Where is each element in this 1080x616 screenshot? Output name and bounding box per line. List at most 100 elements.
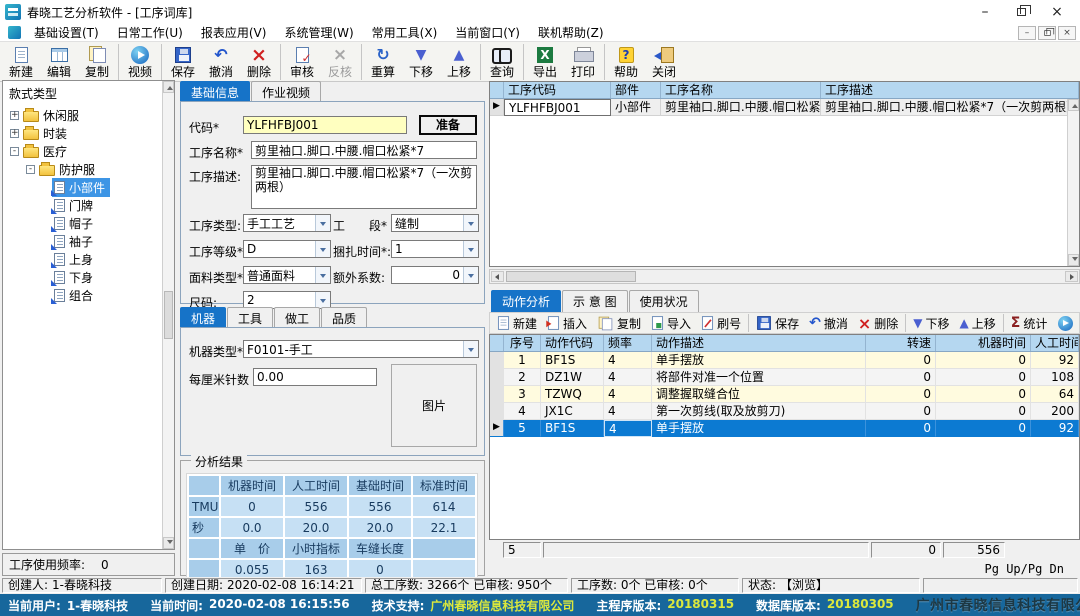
scroll-left-icon[interactable] <box>491 271 504 282</box>
action-row[interactable]: 1 BF1S 4 单手摆放 0 0 92 <box>490 352 1079 369</box>
selector-cell <box>490 352 504 369</box>
extra-factor-label: 额外系数: <box>333 269 385 286</box>
print-button[interactable]: 打印 <box>564 43 602 80</box>
play-icon[interactable] <box>1058 316 1073 331</box>
action-save-button[interactable]: 保存 <box>751 313 804 333</box>
tree-node-upper-body[interactable]: 上身 <box>3 250 174 268</box>
chevron-down-icon[interactable] <box>315 241 330 257</box>
recalc-button[interactable]: ↻重算 <box>364 43 402 80</box>
tree-node-lower-body[interactable]: 下身 <box>3 268 174 286</box>
action-row-selected[interactable]: ▶ 5 BF1S 4 单手摆放 0 0 92 <box>490 420 1079 437</box>
chevron-down-icon[interactable] <box>315 215 330 231</box>
code-input[interactable] <box>243 116 407 134</box>
fabric-type-select[interactable]: 普通面料 <box>243 266 331 284</box>
action-new-button[interactable]: 新建 <box>492 313 542 333</box>
action-insert-button[interactable]: 插入 <box>542 313 592 333</box>
video-button[interactable]: 视频 <box>121 43 159 80</box>
collapse-icon[interactable]: - <box>26 165 35 174</box>
audit-button[interactable]: 审核 <box>283 43 321 80</box>
action-row[interactable]: 2 DZ1W 4 将部件对准一个位置 0 0 108 <box>490 369 1079 386</box>
grade-select[interactable]: D <box>243 240 331 258</box>
toolbar-separator <box>161 44 162 80</box>
menu-tools[interactable]: 常用工具(X) <box>363 23 447 42</box>
action-statistics-button[interactable]: Σ统计 <box>1006 313 1053 333</box>
export-button[interactable]: X导出 <box>526 43 564 80</box>
search-button[interactable]: 查询 <box>483 43 521 80</box>
undo-button[interactable]: ↶撤消 <box>202 43 240 80</box>
menu-system[interactable]: 系统管理(W) <box>275 23 362 42</box>
chevron-down-icon[interactable] <box>463 341 478 357</box>
expand-icon[interactable]: + <box>10 129 19 138</box>
tree-node-combination[interactable]: 组合 <box>3 286 174 304</box>
collapse-icon[interactable]: - <box>10 147 19 156</box>
process-table-hscrollbar[interactable] <box>489 269 1080 284</box>
tree-node-medical[interactable]: -医疗 <box>3 142 174 160</box>
bundle-time-select[interactable]: 1 <box>391 240 479 258</box>
tree-node-casual[interactable]: +休闲服 <box>3 106 174 124</box>
save-button[interactable]: 保存 <box>164 43 202 80</box>
chevron-down-icon[interactable] <box>463 241 478 257</box>
chevron-down-icon[interactable] <box>315 267 330 283</box>
exit-button[interactable]: 关闭 <box>645 43 683 80</box>
scroll-down-icon[interactable] <box>163 537 174 549</box>
ready-button[interactable]: 准备 <box>419 115 477 135</box>
tab-usage-status[interactable]: 使用状况 <box>629 290 699 313</box>
help-button[interactable]: ?帮助 <box>607 43 645 80</box>
edit-button[interactable]: 编辑 <box>40 43 78 80</box>
stitch-density-input[interactable] <box>253 368 377 386</box>
action-renumber-button[interactable]: 刷号 <box>696 313 746 333</box>
process-name-input[interactable] <box>251 141 477 159</box>
action-move-up-button[interactable]: ▲上移 <box>955 313 1001 333</box>
move-up-button[interactable]: ▲上移 <box>440 43 478 80</box>
chevron-down-icon[interactable] <box>315 292 330 308</box>
process-table-row[interactable]: ▶ YLFHFBJ001 小部件 剪里袖口.脚口.中腰.帽口松紧*7 剪里袖口.… <box>490 99 1079 116</box>
restore-button[interactable] <box>1003 1 1039 23</box>
process-desc-input[interactable]: 剪里袖口.脚口.中腰.帽口松紧*7（一次剪两根） <box>251 165 477 209</box>
extra-factor-select[interactable]: 0 <box>391 266 479 284</box>
scroll-down-icon[interactable] <box>1068 254 1079 266</box>
action-undo-button[interactable]: ↶撤消 <box>804 313 853 333</box>
tab-action-analysis[interactable]: 动作分析 <box>491 290 561 313</box>
delete-button[interactable]: ×删除 <box>240 43 278 80</box>
action-delete-button[interactable]: ×删除 <box>853 313 903 333</box>
scroll-right-icon[interactable] <box>1065 271 1078 282</box>
segment-select[interactable]: 缝制 <box>391 214 479 232</box>
scroll-thumb[interactable] <box>506 271 636 282</box>
process-table-scrollbar[interactable] <box>1067 99 1079 266</box>
tree-node-sleeve[interactable]: 袖子 <box>3 232 174 250</box>
scroll-up-icon[interactable] <box>163 81 174 93</box>
save-icon <box>757 316 771 330</box>
tree-node-small-parts[interactable]: 小部件 <box>3 178 174 196</box>
action-copy-button[interactable]: 复制 <box>592 313 646 333</box>
mdi-close-button[interactable]: × <box>1058 26 1076 40</box>
menu-reports[interactable]: 报表应用(V) <box>192 23 276 42</box>
close-button[interactable]: × <box>1039 1 1075 23</box>
mdi-restore-button[interactable] <box>1038 26 1056 40</box>
scroll-thumb[interactable] <box>164 291 173 339</box>
machine-type-select[interactable]: F0101-手工 <box>243 340 479 358</box>
mdi-minimize-button[interactable]: – <box>1018 26 1036 40</box>
copy-button[interactable]: 复制 <box>78 43 116 80</box>
scroll-up-icon[interactable] <box>1068 99 1079 111</box>
tree-node-fashion[interactable]: +时装 <box>3 124 174 142</box>
chevron-down-icon[interactable] <box>463 215 478 231</box>
action-row[interactable]: 3 TZWQ 4 调整握取缝合位 0 0 64 <box>490 386 1079 403</box>
new-button[interactable]: 新建 <box>2 43 40 80</box>
move-down-button[interactable]: ▼下移 <box>402 43 440 80</box>
action-import-button[interactable]: 导入 <box>646 313 696 333</box>
chevron-down-icon[interactable] <box>463 267 478 283</box>
tree-scrollbar[interactable] <box>162 81 174 549</box>
action-row[interactable]: 4 JX1C 4 第一次剪线(取及放剪刀) 0 0 200 <box>490 403 1079 420</box>
action-move-down-button[interactable]: ▼下移 <box>908 313 954 333</box>
expand-icon[interactable]: + <box>10 111 19 120</box>
menu-help[interactable]: 联机帮助(Z) <box>529 23 613 42</box>
tab-diagram[interactable]: 示 意 图 <box>562 290 628 313</box>
tree-node-hat[interactable]: 帽子 <box>3 214 174 232</box>
menu-basic-settings[interactable]: 基础设置(T) <box>25 23 108 42</box>
process-type-select[interactable]: 手工工艺 <box>243 214 331 232</box>
menu-current-window[interactable]: 当前窗口(Y) <box>446 23 529 42</box>
tree-node-doorplate[interactable]: 门牌 <box>3 196 174 214</box>
menu-daily-work[interactable]: 日常工作(U) <box>108 23 192 42</box>
tree-node-protective-suit[interactable]: -防护服 <box>3 160 174 178</box>
minimize-button[interactable]: – <box>967 1 1003 23</box>
